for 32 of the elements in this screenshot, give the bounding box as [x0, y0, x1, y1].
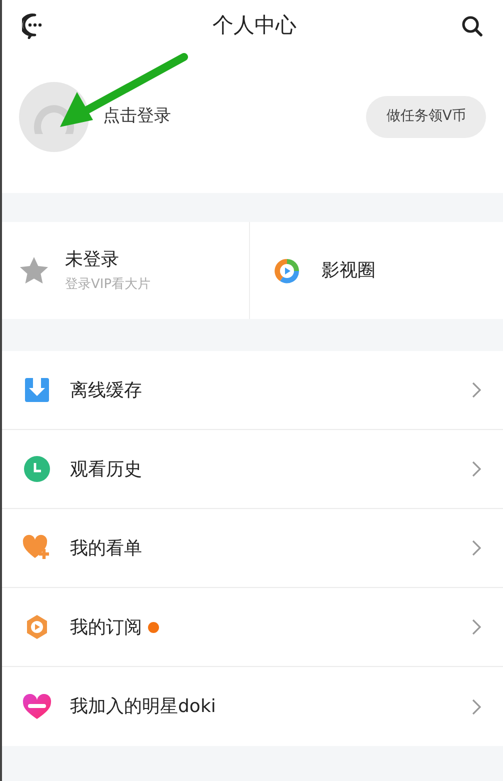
card-title: 影视圈 [322, 259, 376, 283]
arrow-icon [57, 52, 189, 130]
chevron-right-icon [472, 540, 481, 556]
circle-card[interactable]: 影视圈 [250, 222, 503, 319]
vip-card[interactable]: 未登录 登录VIP看大片 [2, 222, 250, 319]
search-icon[interactable] [461, 15, 483, 37]
chevron-right-icon [472, 698, 481, 714]
menu-label: 离线缓存 [70, 378, 142, 402]
login-link[interactable]: 点击登录 [103, 104, 171, 130]
menu-label: 我的看单 [70, 536, 142, 560]
subscribe-icon [24, 614, 50, 640]
menu-item[interactable]: 离线缓存 [2, 351, 503, 430]
task-button[interactable]: 做任务领V币 [366, 96, 486, 138]
menu-label: 观看历史 [70, 458, 142, 482]
card-subtitle: 登录VIP看大片 [65, 276, 151, 294]
menu-item[interactable]: 观看历史 [2, 430, 503, 509]
clock-icon [24, 456, 50, 482]
menu-label: 我加入的明星doki [70, 695, 216, 719]
chevron-right-icon [472, 461, 481, 477]
menu-item[interactable]: 我加入的明星doki [2, 667, 503, 746]
card-title: 未登录 [65, 248, 120, 272]
download-icon [25, 378, 49, 402]
heart-icon [22, 694, 52, 720]
star-icon [19, 256, 49, 286]
menu-item[interactable]: 我的看单 [2, 509, 503, 588]
page-title: 个人中心 [212, 12, 296, 40]
chevron-right-icon [472, 619, 481, 635]
heart-plus-icon [22, 534, 52, 562]
menu-item[interactable]: 我的订阅 [2, 588, 503, 667]
play-circle-icon [274, 258, 300, 284]
menu-label: 我的订阅 [70, 616, 142, 640]
chevron-right-icon [472, 382, 481, 398]
